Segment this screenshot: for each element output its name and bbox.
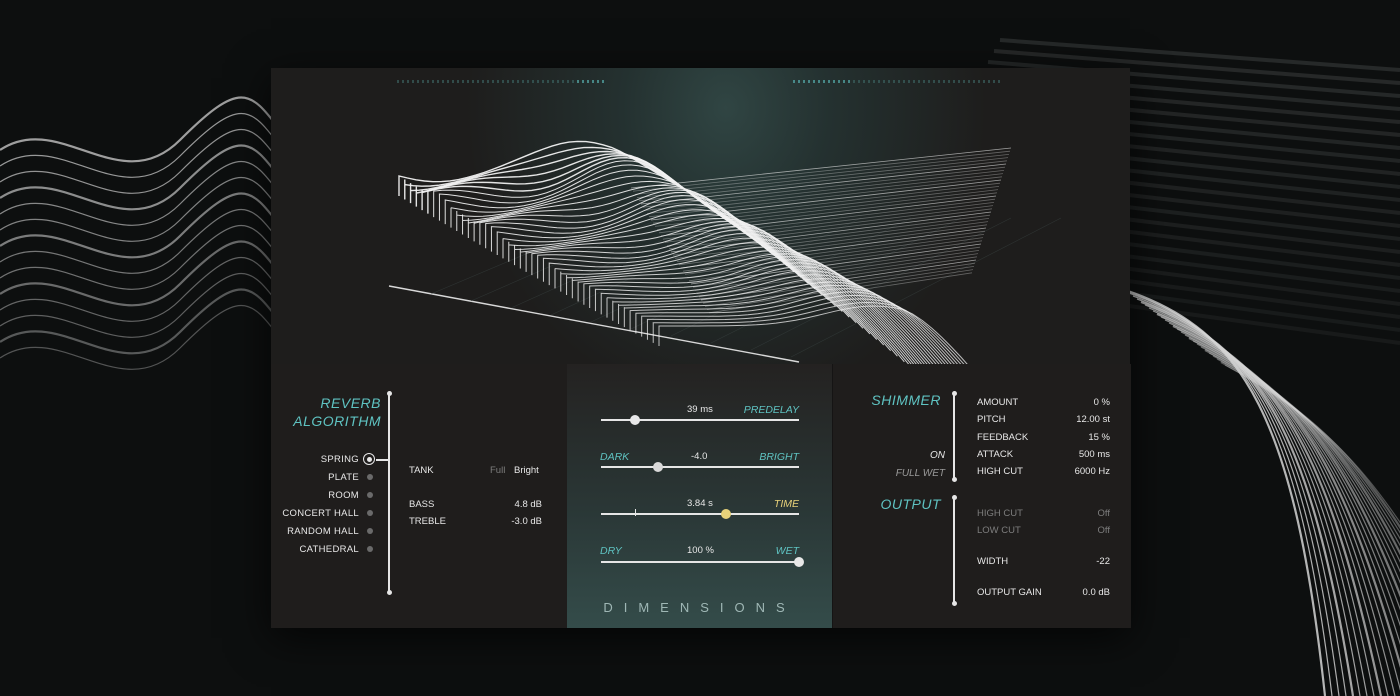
title-line-2: ALGORITHM (293, 413, 381, 429)
algorithm-concert-hall[interactable]: CONCERT HALL (282, 508, 359, 519)
time-value: 3.84 s (687, 498, 713, 509)
treble-label: TREBLE (409, 516, 446, 527)
algorithm-radio-cathedral[interactable] (367, 546, 373, 552)
time-slider-knob[interactable] (720, 509, 731, 519)
output-gain-value[interactable]: 0.0 dB (1083, 587, 1110, 598)
mix-value: 100 % (687, 545, 714, 556)
shimmer-attack-value[interactable]: 500 ms (1079, 449, 1110, 460)
output-low-cut-value[interactable]: Off (1098, 525, 1111, 536)
algorithm-cathedral[interactable]: CATHEDRAL (299, 544, 359, 555)
time-label: TIME (773, 498, 799, 510)
tank-label: TANK (409, 465, 434, 476)
shimmer-high-cut-value[interactable]: 6000 Hz (1075, 466, 1110, 477)
tank-option-bright[interactable]: Bright (514, 465, 539, 476)
time-slider-tick (635, 509, 636, 516)
algorithm-divider (388, 394, 390, 594)
shimmer-title: SHIMMER (871, 392, 941, 408)
algorithm-radio-room[interactable] (367, 492, 373, 498)
algorithm-radio-plate[interactable] (367, 474, 373, 480)
mix-wet-label: WET (775, 545, 799, 557)
output-title: OUTPUT (880, 496, 941, 512)
mix-slider-knob[interactable] (794, 557, 804, 567)
algorithm-room[interactable]: ROOM (328, 490, 359, 501)
shimmer-on-toggle[interactable]: ON (930, 450, 945, 461)
algorithm-plate[interactable]: PLATE (328, 472, 359, 483)
dimensions-controls-panel: 39 ms PREDELAY DARK -4.0 BRIGHT 3.84 s T… (567, 364, 832, 628)
tone-bright-label: BRIGHT (759, 451, 799, 463)
output-gain-label: OUTPUT GAIN (977, 587, 1042, 598)
reverb-algorithm-title: REVERB ALGORITHM (271, 394, 381, 430)
output-divider-bottom-dot (951, 601, 957, 606)
divider-top-dot (386, 391, 392, 396)
reverb-visualizer (271, 68, 1130, 364)
output-divider-top-dot (951, 495, 957, 500)
shimmer-divider-bottom-dot (951, 477, 957, 482)
shimmer-high-cut-label: HIGH CUT (977, 466, 1023, 478)
shimmer-divider-top-dot (951, 391, 957, 396)
waterfall-display (388, 80, 1062, 364)
shimmer-attack-label: ATTACK (977, 448, 1014, 460)
time-slider-track[interactable] (601, 513, 799, 515)
bass-value[interactable]: 4.8 dB (515, 499, 542, 510)
algorithm-spring[interactable]: SPRING (321, 454, 359, 465)
shimmer-pitch-value[interactable]: 12.00 st (1076, 414, 1110, 425)
tone-slider-knob[interactable] (653, 462, 664, 472)
tone-slider-track[interactable] (601, 466, 799, 468)
algorithm-random-hall[interactable]: RANDOM HALL (287, 526, 359, 537)
shimmer-pitch-label: PITCH (977, 414, 1006, 426)
algorithm-radio-random-hall[interactable] (367, 528, 373, 534)
output-width-label: WIDTH (977, 556, 1009, 567)
algorithm-list: SPRING PLATE ROOM CONCERT HALL RANDOM HA… (271, 450, 359, 560)
bass-label: BASS (409, 499, 435, 510)
predelay-value: 39 ms (687, 404, 713, 415)
shimmer-output-panel: SHIMMER ON FULL WET AMOUNT 0 % PITCH 12.00 … (832, 364, 1131, 628)
output-high-cut-label: HIGH CUT (977, 508, 1023, 519)
tank-option-full[interactable]: Full (490, 465, 505, 476)
shimmer-feedback-label: FEEDBACK (977, 431, 1029, 443)
shimmer-amount-value[interactable]: 0 % (1094, 397, 1110, 408)
treble-value[interactable]: -3.0 dB (511, 516, 542, 527)
output-high-cut-value[interactable]: Off (1098, 508, 1111, 519)
shimmer-amount-label: AMOUNT (977, 397, 1019, 408)
algorithm-radio-concert-hall[interactable] (367, 510, 373, 516)
product-logo-text: DIMENSIONS (603, 600, 796, 615)
divider-bottom-dot (386, 590, 392, 595)
output-low-cut-label: LOW CUT (977, 525, 1021, 536)
shimmer-feedback-value[interactable]: 15 % (1088, 432, 1110, 443)
output-divider (953, 498, 955, 604)
tone-dark-label: DARK (600, 451, 630, 463)
selection-connector (376, 459, 390, 461)
plugin-window: REVERB ALGORITHM SPRING PLATE ROOM CONCE… (271, 68, 1131, 628)
title-line-1: REVERB (320, 395, 381, 411)
tone-value: -4.0 (691, 451, 708, 462)
mix-slider-track[interactable] (601, 561, 799, 563)
predelay-slider-knob[interactable] (629, 415, 640, 425)
mix-dry-label: DRY (600, 545, 622, 557)
predelay-label: PREDELAY (743, 404, 799, 416)
shimmer-full-wet-toggle[interactable]: FULL WET (896, 468, 945, 479)
shimmer-divider (953, 394, 955, 480)
algorithm-selected-radio[interactable] (363, 453, 375, 465)
output-width-value[interactable]: -22 (1096, 556, 1110, 567)
reverb-algorithm-panel: REVERB ALGORITHM SPRING PLATE ROOM CONCE… (271, 364, 568, 628)
